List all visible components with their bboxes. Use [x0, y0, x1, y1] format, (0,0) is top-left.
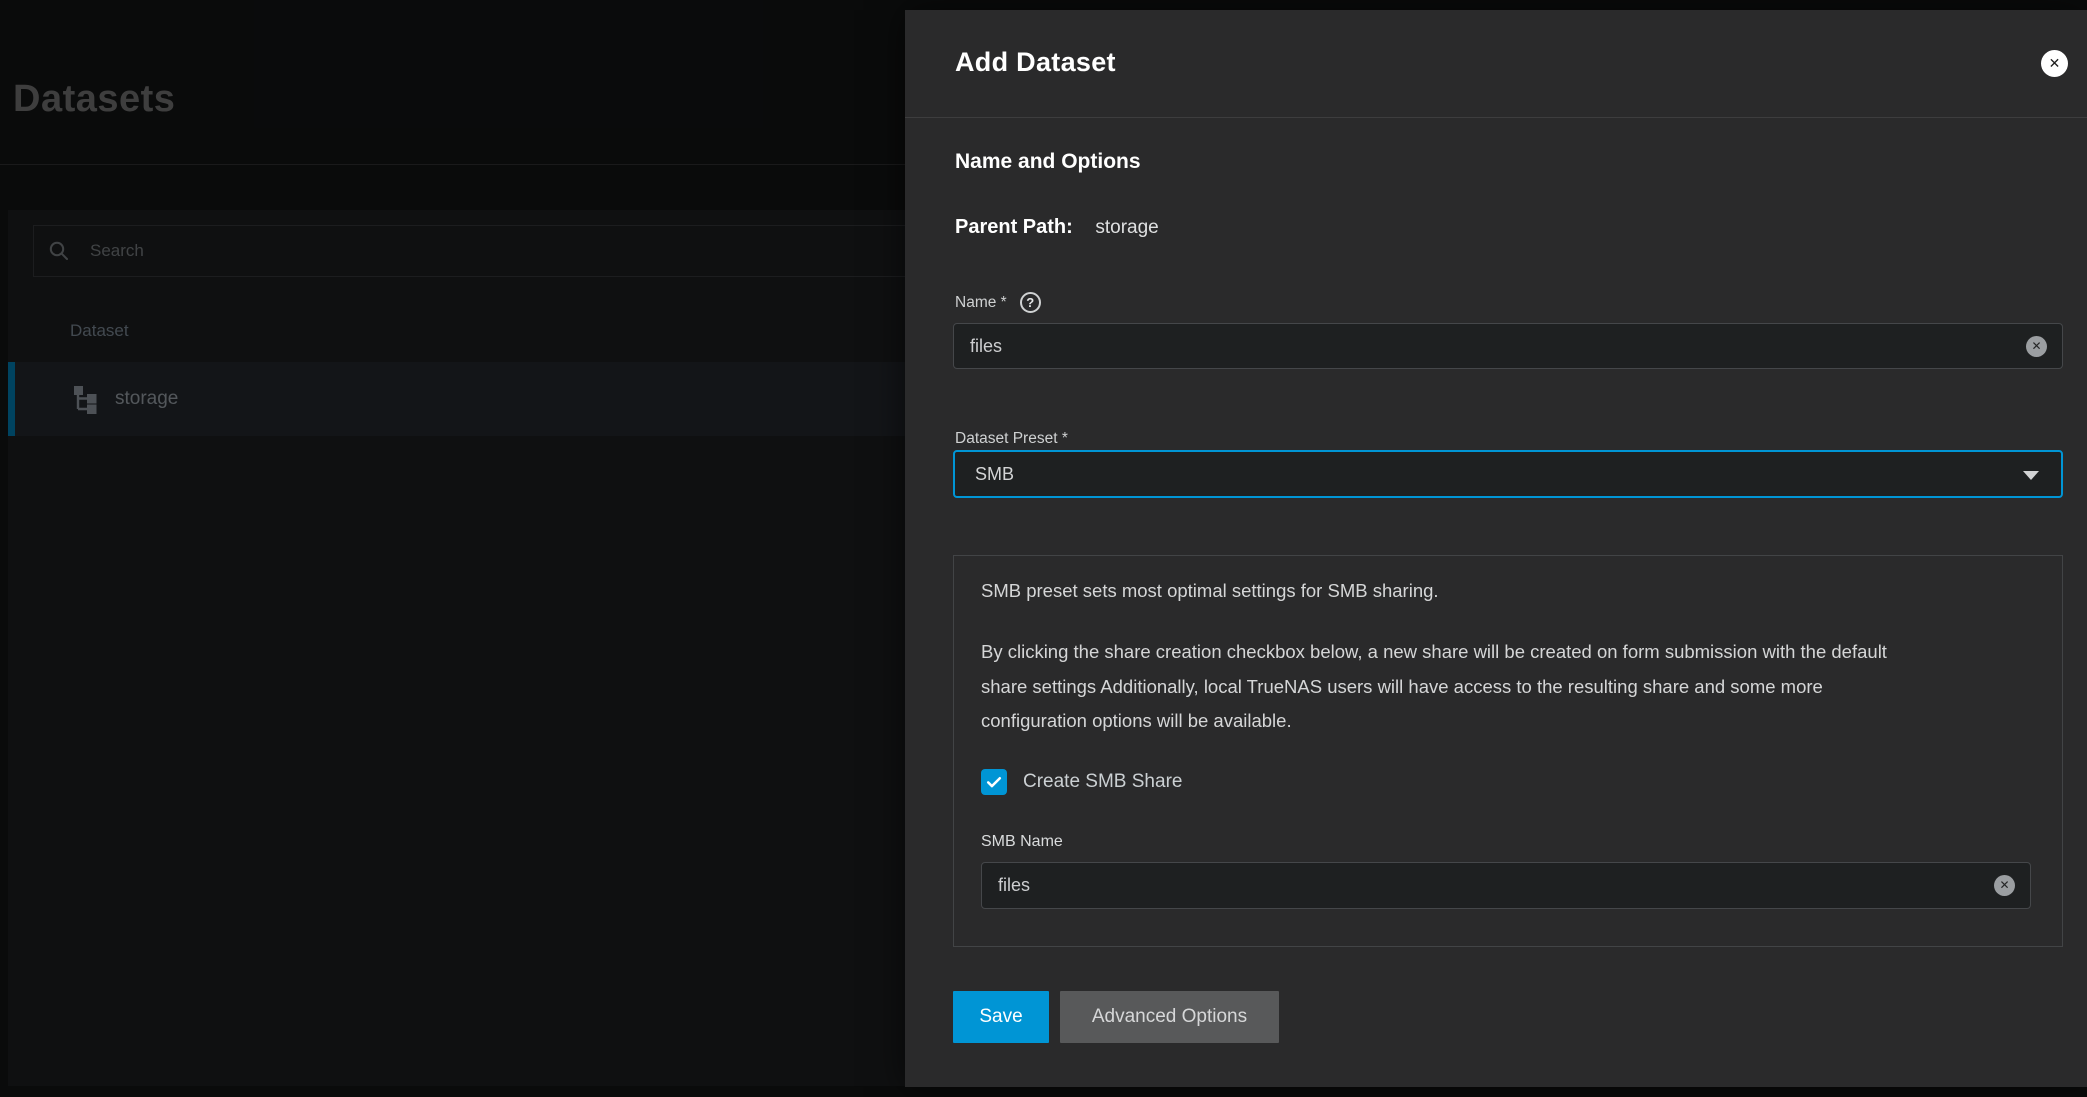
smb-info-paragraph: By clicking the share creation checkbox … — [981, 635, 1887, 739]
screen: Datasets Dataset storage — [0, 0, 2087, 1097]
name-input-wrap: ✕ — [953, 323, 2063, 369]
parent-path: Parent Path: storage — [955, 216, 1159, 239]
create-smb-share-checkbox[interactable] — [981, 769, 1007, 795]
parent-path-value: storage — [1095, 217, 1158, 238]
form-buttons: Save Advanced Options — [953, 991, 1279, 1043]
smb-info-paragraph-line: share settings Additionally, local TrueN… — [981, 670, 1887, 705]
smb-name-input[interactable] — [982, 863, 2030, 908]
dataset-preset-select[interactable]: SMB — [953, 450, 2063, 498]
preset-field-label: Dataset Preset * — [955, 430, 1068, 448]
name-field-label: Name * — [955, 294, 1007, 312]
create-smb-share-row: Create SMB Share — [981, 769, 1182, 795]
smb-name-label: SMB Name — [981, 833, 1063, 851]
smb-name-input-wrap: ✕ — [981, 862, 2031, 909]
panel-header: Add Dataset ✕ — [905, 10, 2087, 118]
panel-title: Add Dataset — [955, 47, 1116, 78]
close-icon: ✕ — [2049, 55, 2061, 72]
add-dataset-panel: Add Dataset ✕ Name and Options Parent Pa… — [905, 10, 2087, 1087]
name-input[interactable] — [954, 324, 2062, 368]
smb-info-paragraph-line: By clicking the share creation checkbox … — [981, 635, 1887, 670]
question-glyph: ? — [1026, 295, 1034, 310]
close-button[interactable]: ✕ — [2041, 50, 2068, 77]
checkmark-icon — [984, 772, 1004, 792]
help-icon[interactable]: ? — [1020, 292, 1041, 313]
smb-info-line1: SMB preset sets most optimal settings fo… — [981, 580, 1439, 602]
section-heading: Name and Options — [955, 150, 1141, 174]
chevron-down-icon — [2023, 471, 2039, 480]
save-button[interactable]: Save — [953, 991, 1049, 1043]
smb-info-paragraph-line: configuration options will be available. — [981, 704, 1887, 739]
advanced-options-button[interactable]: Advanced Options — [1060, 991, 1279, 1043]
name-label-row: Name * ? — [955, 292, 1041, 313]
clear-input-icon[interactable]: ✕ — [1994, 875, 2015, 896]
parent-path-label: Parent Path: — [955, 216, 1073, 238]
preset-selected-value: SMB — [975, 464, 1014, 485]
smb-preset-info-box: SMB preset sets most optimal settings fo… — [953, 555, 2063, 947]
clear-input-icon[interactable]: ✕ — [2026, 336, 2047, 357]
create-smb-share-label: Create SMB Share — [1023, 771, 1182, 793]
